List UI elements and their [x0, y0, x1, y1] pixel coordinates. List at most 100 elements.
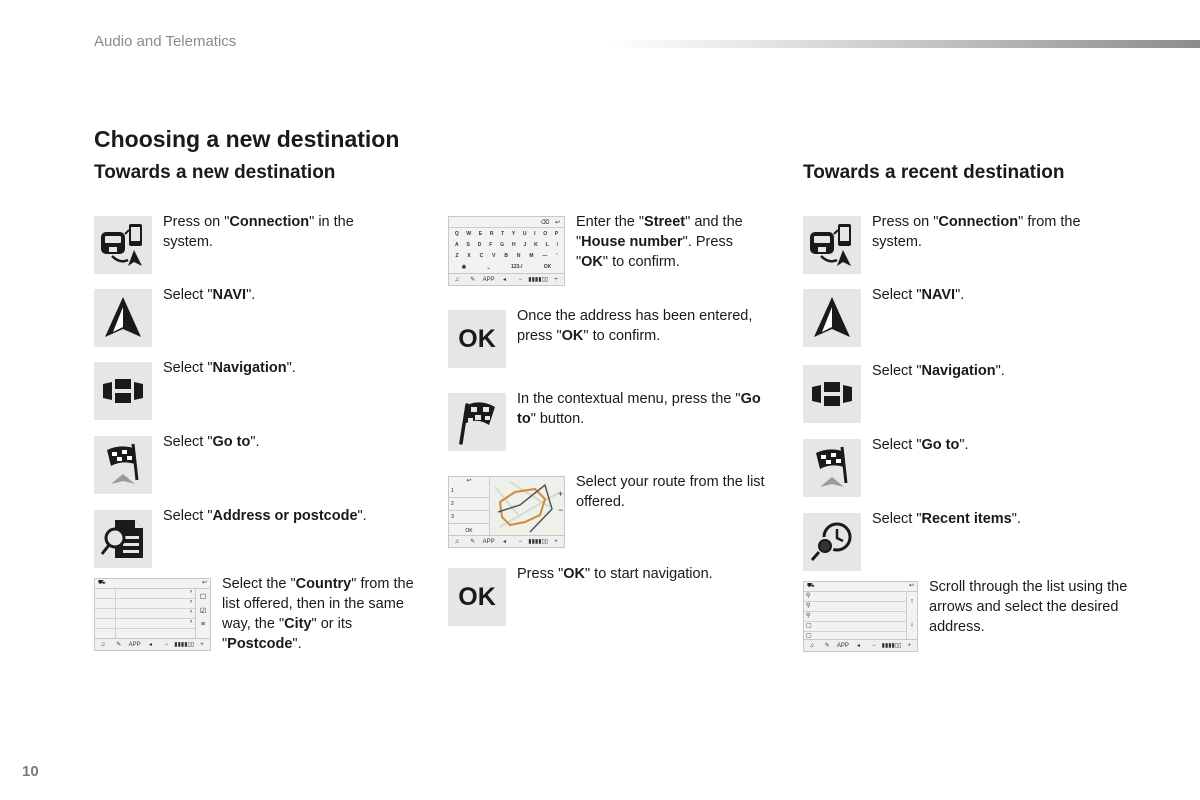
- keyboard-row: ◉ ⎵ 123-/ OK: [449, 261, 564, 272]
- step-text: Once the address has been entered, press…: [517, 308, 753, 344]
- key: C: [479, 252, 484, 259]
- step-text: Scroll through the list using the arrows…: [929, 579, 1128, 635]
- key: A: [454, 241, 459, 248]
- key: W: [466, 230, 472, 237]
- route-option: 2: [449, 498, 489, 511]
- key: L: [545, 241, 549, 248]
- bar-button: ✎: [470, 277, 476, 283]
- bar-button: ▮▮▮▮▯▯: [528, 539, 549, 545]
- bar-button: ◂: [856, 643, 860, 649]
- navi-arrow-icon: [94, 289, 152, 347]
- step-text: Select "Address or postcode".: [163, 508, 367, 524]
- key: S: [466, 241, 470, 248]
- backspace-icon: ⌫: [540, 219, 549, 226]
- recent-step-3: Select "Navigation".: [803, 363, 1112, 423]
- navigation-icon: [803, 365, 861, 423]
- key: J: [523, 241, 527, 248]
- keyboard-row: Z X C V B N M — ': [449, 250, 564, 261]
- screen-bottom-bar: ♫ ✎ APP ◂ − ▮▮▮▮▯▯ +: [95, 638, 210, 650]
- new-step-3: Select "Navigation".: [94, 360, 393, 420]
- new-col2-step-2: OK Once the address has been entered, pre…: [448, 308, 777, 368]
- key: H: [511, 241, 516, 248]
- list-row: ⚲: [804, 592, 906, 602]
- svg-text:−: −: [558, 505, 563, 515]
- bar-button: ✎: [116, 642, 122, 648]
- step-text: Press on "Connection" from the system.: [872, 214, 1081, 250]
- key: I: [534, 230, 536, 237]
- go-to-flag-icon: [94, 436, 152, 494]
- bar-button: ✎: [824, 643, 830, 649]
- route-map: +−: [490, 477, 564, 536]
- bar-button: ▮▮▮▮▯▯: [528, 277, 549, 283]
- bar-button: ♫: [454, 538, 460, 545]
- bar-button: ♫: [809, 642, 815, 649]
- step-text: Select "NAVI".: [872, 287, 965, 303]
- recent-step-1: Press on "Connection" from the system.: [803, 214, 1112, 274]
- step-text: Select your route from the list offered.: [576, 474, 765, 510]
- key: P: [554, 230, 559, 237]
- key: X: [467, 252, 471, 259]
- key: O: [543, 230, 548, 237]
- country-list-screen: ⛟ ↩ › › › › ☐ ☑ ≡ ♫ ✎ APP ◂ − ▮▮▮▮▯▯ +: [94, 578, 211, 651]
- page-title: Choosing a new destination: [94, 126, 400, 152]
- list-header-icon: ⛟: [98, 580, 106, 586]
- svg-text:+: +: [558, 489, 563, 499]
- screen-bottom-bar: ♫ ✎ APP ◂ − ▮▮▮▮▯▯ +: [449, 273, 564, 285]
- navigation-icon: [94, 362, 152, 420]
- navi-arrow-icon: [803, 289, 861, 347]
- section-title-recent: Towards a recent destination: [803, 162, 1065, 183]
- list-row: ›: [95, 619, 195, 629]
- bar-button: ◂: [503, 539, 507, 545]
- keyboard-screen: ⌫ ↩ Q W E R T Y U I O P A S D F G H J K L / Z X C V B N M — ' ◉ ⎵ 123-/ OK…: [448, 216, 565, 286]
- bar-button: ♫: [454, 276, 460, 283]
- new-step-5: Select "Address or postcode".: [94, 508, 403, 568]
- list-row: ⚲: [804, 612, 906, 622]
- scroll-down-icon: ↓: [910, 621, 914, 628]
- screen-bottom-bar: ♫ ✎ APP ◂ − ▮▮▮▮▯▯ +: [804, 639, 917, 651]
- bar-button: −: [518, 276, 523, 283]
- bar-button: ▮▮▮▮▯▯: [174, 642, 195, 648]
- scroll-up-icon: ↑: [910, 598, 914, 605]
- route-option: 1: [449, 485, 489, 498]
- new-col2-step-5: OK Press "OK" to start navigation.: [448, 566, 777, 626]
- recent-step-6: ⛟ ↩ ⚲ ⚲ ⚲ ▢ ▢ ↑ ↓ ♫ ✎ APP ◂ − ▮▮▮▮▯▯ + Scroll through th…: [803, 579, 1129, 652]
- bar-button: ◂: [503, 277, 507, 283]
- step-text: Press on "Connection" in the system.: [163, 214, 354, 250]
- keyboard-row: QWERTYUIOP: [449, 228, 564, 239]
- key: R: [489, 230, 494, 237]
- bar-button: ✎: [470, 539, 476, 545]
- bar-button: APP: [128, 641, 141, 648]
- key: Z: [455, 252, 459, 259]
- new-step-1: Press on "Connection" in the system.: [94, 214, 393, 274]
- recent-step-4: Select "Go to".: [803, 437, 1112, 497]
- bar-button: +: [907, 642, 911, 649]
- step-text: In the contextual menu, press the "Go to…: [517, 391, 761, 427]
- keyboard-row: A S D F G H J K L /: [449, 239, 564, 250]
- back-icon: ↩: [554, 219, 560, 226]
- key: E: [478, 230, 483, 237]
- bar-button: ♫: [100, 641, 106, 648]
- ok-icon: OK: [448, 310, 506, 368]
- new-col2-step-3: In the contextual menu, press the "Go to…: [448, 391, 777, 451]
- key: U: [522, 230, 527, 237]
- list-row: ▢: [804, 622, 906, 632]
- bar-button: +: [554, 276, 558, 283]
- section-header: Audio and Telematics: [94, 33, 237, 50]
- bar-button: −: [518, 538, 523, 545]
- go-to-flag-icon: [803, 439, 861, 497]
- bar-button: ▮▮▮▮▯▯: [881, 643, 902, 649]
- connection-icon: [94, 216, 152, 274]
- key: V: [492, 252, 496, 259]
- list-row: ›: [95, 599, 195, 609]
- new-col2-step-1: ⌫ ↩ Q W E R T Y U I O P A S D F G H J K L / Z X C V B N M — ' ◉ ⎵ 123-/ OK…: [448, 214, 766, 286]
- key: M: [529, 252, 534, 259]
- connection-icon: [803, 216, 861, 274]
- new-step-2: Select "NAVI".: [94, 287, 393, 347]
- list-header-icon: ⛟: [807, 583, 815, 589]
- list-row: ›: [95, 609, 195, 619]
- key: ◉: [461, 263, 467, 270]
- key: N: [516, 252, 521, 259]
- key: Y: [511, 230, 516, 237]
- key: /: [556, 241, 558, 248]
- step-text: Select "NAVI".: [163, 287, 256, 303]
